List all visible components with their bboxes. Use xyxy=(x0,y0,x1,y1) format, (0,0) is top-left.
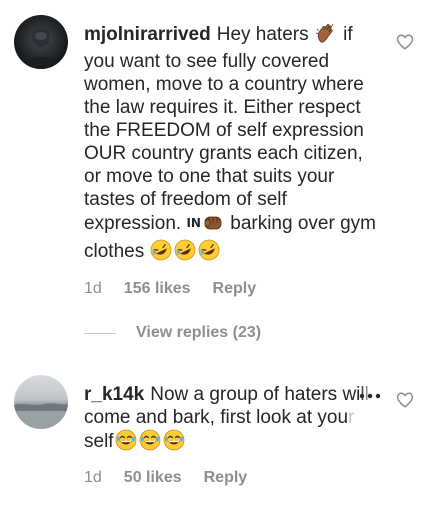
timestamp[interactable]: 1d xyxy=(84,469,102,487)
username[interactable]: r_k14k xyxy=(84,384,144,405)
likes-count[interactable]: 156 likes xyxy=(124,280,191,298)
reply-button[interactable]: Reply xyxy=(213,280,257,298)
comment-2: r_k14k Now a group of haters will come an… xyxy=(0,365,440,506)
grinning-sweat-emoji-icon xyxy=(139,429,161,457)
like-heart-icon[interactable] xyxy=(396,391,414,409)
comment-text-faded: r xyxy=(348,407,355,428)
comment-text-part: self xyxy=(84,431,114,452)
avatar[interactable] xyxy=(14,375,68,429)
comment-text-part: come and bark, first look at you xyxy=(84,407,349,428)
like-heart-icon[interactable] xyxy=(396,33,414,51)
comment-text-part: Hey haters xyxy=(216,24,309,45)
timestamp[interactable]: 1d xyxy=(84,280,102,298)
comment-1: mjolnirarrived Hey haters if you want to … xyxy=(0,0,440,310)
waving-hand-emoji-icon xyxy=(315,22,337,50)
avatar[interactable] xyxy=(14,15,68,69)
reply-button[interactable]: Reply xyxy=(204,469,248,487)
comment-text-part: if you want to see fully covered women, … xyxy=(84,24,364,234)
comment-meta: 1d 50 likes Reply xyxy=(84,469,247,487)
replies-divider xyxy=(84,332,116,334)
rolling-laughing-emoji-icon xyxy=(174,239,196,267)
view-replies-button[interactable]: View replies (23) xyxy=(136,324,261,342)
comment-text-part: Now a group of haters wi xyxy=(150,384,361,405)
comment-text: r_k14k Now a group of haters will come an… xyxy=(84,383,384,457)
comment-meta: 1d 156 likes Reply xyxy=(84,280,256,298)
view-replies-row[interactable]: View replies (23) xyxy=(84,324,261,342)
likes-count[interactable]: 50 likes xyxy=(124,469,182,487)
in-badge: IN xyxy=(186,216,201,230)
username[interactable]: mjolnirarrived xyxy=(84,24,211,45)
rolling-laughing-emoji-icon xyxy=(150,239,172,267)
grinning-sweat-emoji-icon xyxy=(163,429,185,457)
more-options-icon[interactable] xyxy=(358,383,382,406)
comment-text: mjolnirarrived Hey haters if you want to … xyxy=(84,22,380,267)
grinning-sweat-emoji-icon xyxy=(115,429,137,457)
rolling-laughing-emoji-icon xyxy=(198,239,220,267)
